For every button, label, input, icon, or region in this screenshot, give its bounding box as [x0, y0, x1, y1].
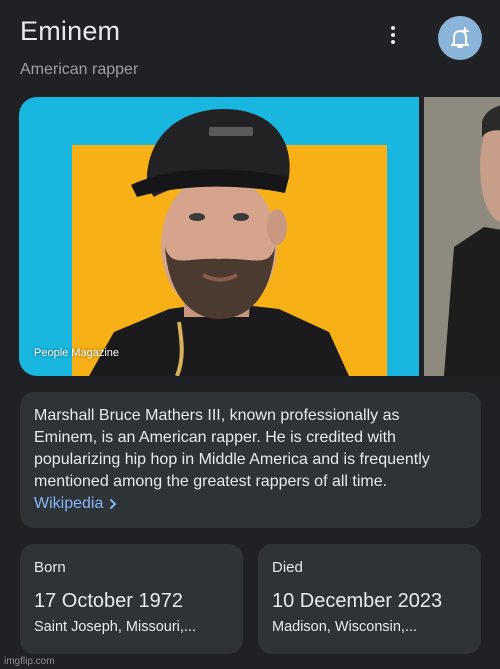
- wikipedia-link-label: Wikipedia: [34, 495, 104, 512]
- chevron-right-icon: [110, 498, 117, 510]
- died-date: 10 December 2023: [272, 590, 443, 612]
- died-place: Madison, Wisconsin,...: [272, 619, 418, 635]
- born-fact-card[interactable]: Born 17 October 1972 Saint Joseph, Misso…: [20, 544, 243, 654]
- died-label: Died: [272, 559, 303, 576]
- born-label: Born: [34, 559, 66, 576]
- born-place: Saint Joseph, Missouri,...: [34, 619, 196, 635]
- main-photo[interactable]: People Magazine: [19, 97, 419, 376]
- born-date: 17 October 1972: [34, 590, 183, 612]
- description-card: Marshall Bruce Mathers III, known profes…: [20, 392, 481, 528]
- entity-title: Eminem: [20, 16, 121, 46]
- knowledge-panel-header: Eminem American rapper: [20, 16, 482, 86]
- notify-button[interactable]: [438, 16, 482, 60]
- entity-subtitle: American rapper: [20, 61, 139, 78]
- imgflip-watermark: imgflip.com: [4, 656, 55, 667]
- image-carousel[interactable]: People Magazine: [19, 97, 500, 376]
- photo-credit: People Magazine: [34, 347, 120, 359]
- person-photo: [89, 109, 349, 376]
- more-vert-icon: [391, 26, 395, 30]
- died-fact-card[interactable]: Died 10 December 2023 Madison, Wisconsin…: [258, 544, 481, 654]
- wikipedia-link[interactable]: Wikipedia: [34, 493, 117, 515]
- person-photo-2: [424, 97, 500, 376]
- description-text: Marshall Bruce Mathers III, known profes…: [34, 407, 430, 490]
- secondary-photo[interactable]: [424, 97, 500, 376]
- more-options-button[interactable]: [388, 26, 398, 44]
- add-alert-icon: [451, 27, 469, 48]
